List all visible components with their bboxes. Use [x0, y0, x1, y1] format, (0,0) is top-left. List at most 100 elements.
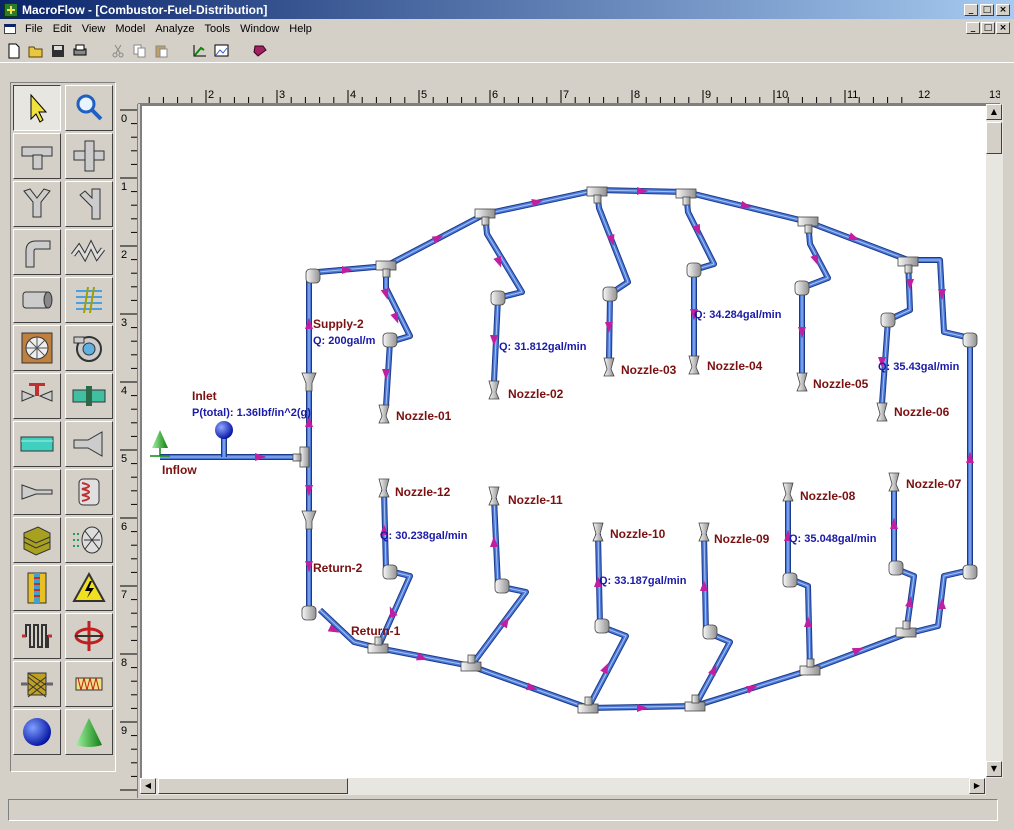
elbow-fitting-icon[interactable] [702, 624, 718, 640]
sphere-tool[interactable] [13, 709, 61, 755]
lateral-tool[interactable] [65, 181, 113, 227]
maximize-button[interactable]: □ [980, 3, 994, 16]
elbow-tool[interactable] [13, 229, 61, 275]
cone-tool[interactable] [65, 709, 113, 755]
spring-tool[interactable] [65, 661, 113, 707]
help-book-icon[interactable] [250, 42, 270, 60]
plates-tool[interactable] [13, 517, 61, 563]
nozzle-icon[interactable] [592, 522, 604, 542]
nozzle-icon[interactable] [378, 404, 390, 424]
reducer-icon[interactable] [301, 510, 317, 530]
elbow-fitting-icon[interactable] [888, 560, 904, 576]
elbow-fitting-icon[interactable] [594, 618, 610, 634]
elbow-fitting-icon[interactable] [382, 332, 398, 348]
reducer-tool[interactable] [65, 421, 113, 467]
nozzle-icon[interactable] [688, 355, 700, 375]
orifice-tool[interactable] [65, 373, 113, 419]
nozzle-icon[interactable] [698, 522, 710, 542]
menu-edit[interactable]: Edit [48, 23, 77, 35]
image-view-icon[interactable] [212, 42, 232, 60]
elbow-fitting-icon[interactable] [602, 286, 618, 302]
radiator-tool[interactable] [13, 613, 61, 659]
chart-edit-icon[interactable] [190, 42, 210, 60]
rotating-tool[interactable] [65, 613, 113, 659]
scroll-up-arrow-icon[interactable]: ▲ [986, 104, 1002, 120]
elbow-fitting-icon[interactable] [382, 564, 398, 580]
wye-tool[interactable] [13, 181, 61, 227]
horizontal-scrollbar[interactable]: ◀ ▶ [140, 778, 986, 795]
window-titlebar[interactable]: MacroFlow - [Combustor-Fuel-Distribution… [0, 0, 1014, 19]
print-icon[interactable] [70, 42, 90, 60]
tee-stem [467, 654, 476, 664]
fan-tool[interactable] [13, 325, 61, 371]
open-folder-icon[interactable] [26, 42, 46, 60]
elbow-fitting-icon[interactable] [962, 564, 978, 580]
cross-tool[interactable] [65, 133, 113, 179]
screen-tool[interactable] [65, 277, 113, 323]
menu-view[interactable]: View [77, 23, 111, 35]
elbow-fitting-icon[interactable] [880, 312, 896, 328]
expander-tool[interactable] [13, 469, 61, 515]
elbow-fitting-icon[interactable] [494, 578, 510, 594]
hose-tool[interactable] [65, 229, 113, 275]
elbow-fitting-icon[interactable] [301, 605, 317, 621]
voltage-tool[interactable] [65, 565, 113, 611]
scroll-right-arrow-icon[interactable]: ▶ [969, 778, 985, 794]
nozzle-icon[interactable] [876, 402, 888, 422]
vertical-scrollbar[interactable]: ▲ ▼ [986, 104, 1003, 778]
tee-tool[interactable] [13, 133, 61, 179]
elbow-fitting-icon[interactable] [490, 290, 506, 306]
nozzle-icon[interactable] [782, 482, 794, 502]
coil-tool[interactable] [65, 469, 113, 515]
inlet-sphere-icon[interactable] [215, 421, 233, 439]
elbow-fitting-icon[interactable] [305, 268, 321, 284]
nozzle-icon[interactable] [488, 380, 500, 400]
doc-minimize-button[interactable]: _ [966, 22, 980, 34]
new-file-icon[interactable] [4, 42, 24, 60]
pipe[interactable] [307, 188, 972, 710]
menu-window[interactable]: Window [235, 23, 284, 35]
elbow-fitting-icon[interactable] [686, 262, 702, 278]
tube-tool[interactable] [13, 421, 61, 467]
nozzle-icon[interactable] [888, 472, 900, 492]
nozzle-icon[interactable] [603, 357, 615, 377]
elbow-fitting-icon[interactable] [794, 280, 810, 296]
reducer-icon[interactable] [301, 372, 317, 392]
menu-model[interactable]: Model [110, 23, 150, 35]
doc-restore-button[interactable]: □ [981, 22, 995, 34]
select-tool[interactable] [13, 85, 61, 131]
drawing-canvas[interactable]: Inlet P(total): 1.36lbf/in^2(g) Inflow Supp… [140, 104, 986, 778]
nozzle-icon[interactable] [378, 478, 390, 498]
vertical-scroll-thumb[interactable] [986, 122, 1002, 154]
elbow-fitting-icon[interactable] [962, 332, 978, 348]
scroll-left-arrow-icon[interactable]: ◀ [140, 778, 156, 794]
copy-icon[interactable] [130, 42, 150, 60]
menu-analyze[interactable]: Analyze [150, 23, 199, 35]
doc-close-button[interactable]: × [996, 22, 1010, 34]
valve-tool[interactable] [13, 373, 61, 419]
save-disk-icon[interactable] [48, 42, 68, 60]
minimize-button[interactable]: _ [964, 3, 978, 16]
menu-tools[interactable]: Tools [199, 23, 235, 35]
cut-scissors-icon[interactable] [108, 42, 128, 60]
inflow-cone-icon[interactable] [152, 430, 168, 448]
pump-tool[interactable] [65, 325, 113, 371]
zoom-tool[interactable] [65, 85, 113, 131]
sphere-source-icon [23, 718, 51, 746]
scroll-down-arrow-icon[interactable]: ▼ [986, 761, 1002, 777]
panel-tool[interactable] [13, 565, 61, 611]
nozzle-icon[interactable] [488, 486, 500, 506]
nozzle-icon[interactable] [796, 372, 808, 392]
screen-element-tool[interactable] [13, 661, 61, 707]
mesh-tool[interactable] [65, 517, 113, 563]
document-icon[interactable] [4, 24, 16, 34]
pipe-tool[interactable] [13, 277, 61, 323]
horizontal-scroll-thumb[interactable] [158, 778, 348, 794]
menu-file[interactable]: File [20, 23, 48, 35]
menu-help[interactable]: Help [284, 23, 317, 35]
pipe[interactable] [800, 221, 830, 374]
paste-icon[interactable] [152, 42, 172, 60]
close-button[interactable]: × [996, 3, 1010, 16]
elbow-fitting-icon[interactable] [782, 572, 798, 588]
flow-network-diagram[interactable]: Inlet P(total): 1.36lbf/in^2(g) Inflow Supp… [142, 106, 986, 778]
